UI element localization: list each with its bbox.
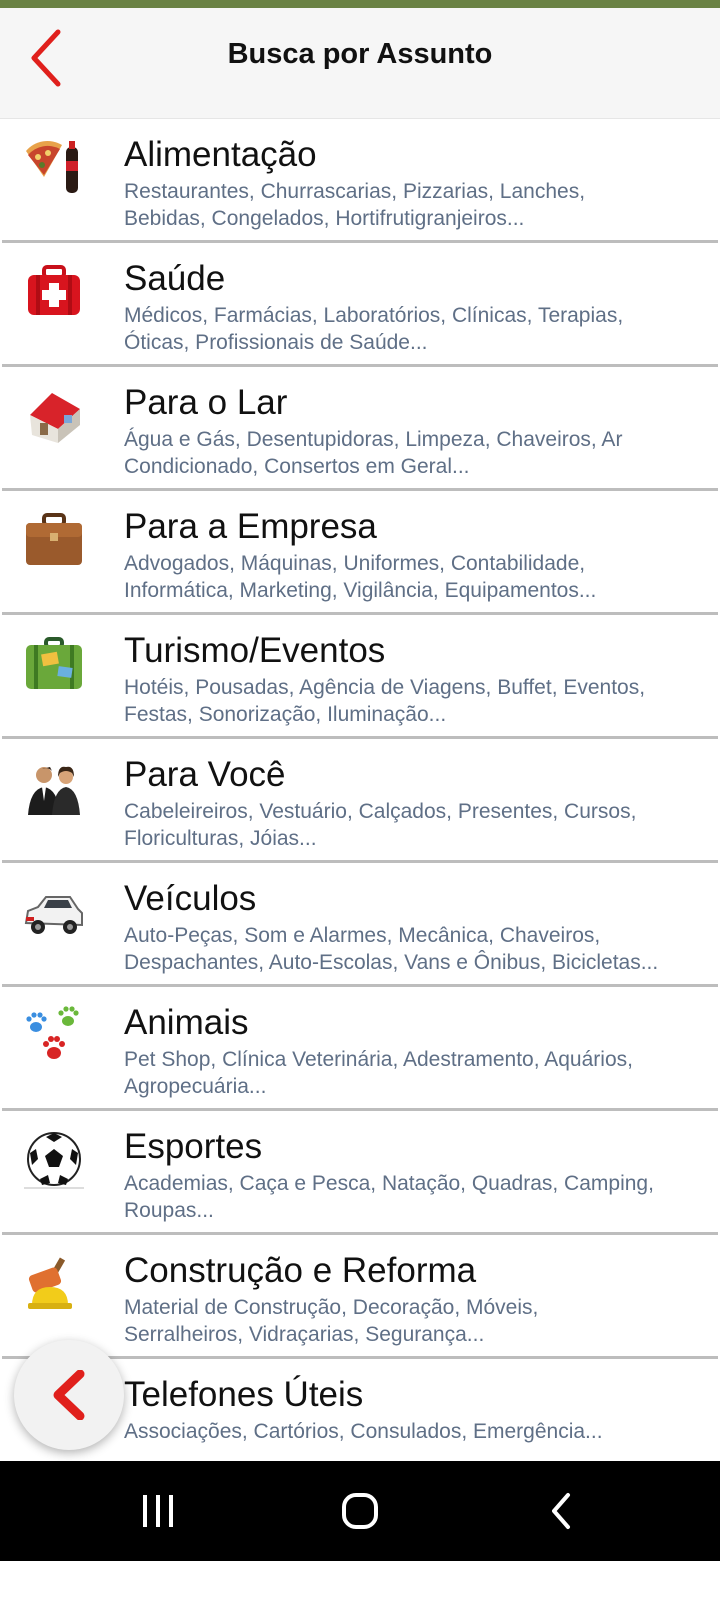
home-button[interactable] — [330, 1487, 390, 1537]
category-item-para-a-empresa[interactable]: Para a Empresa Advogados, Máquinas, Unif… — [2, 491, 718, 615]
app-header: Busca por Assunto — [0, 8, 720, 119]
category-item-turismo-eventos[interactable]: Turismo/Eventos Hotéis, Pousadas, Agênci… — [2, 615, 718, 739]
page-title: Busca por Assunto — [227, 38, 493, 70]
paws-icon — [22, 1005, 86, 1069]
category-item-animais[interactable]: Animais Pet Shop, Clínica Veterinária, A… — [2, 987, 718, 1111]
system-navigation-bar — [0, 1461, 720, 1561]
category-title: Saúde — [124, 259, 226, 298]
briefcase-icon — [22, 509, 86, 573]
category-description: Água e Gás, Desentupidoras, Limpeza, Cha… — [124, 428, 623, 478]
category-description: Advogados, Máquinas, Uniformes, Contabil… — [124, 552, 597, 602]
category-description: Médicos, Farmácias, Laboratórios, Clínic… — [124, 304, 624, 354]
category-title: Para Você — [124, 755, 286, 794]
category-list[interactable]: Alimentação Restaurantes, Churrascarias,… — [0, 119, 720, 1461]
category-item-construcao-reforma[interactable]: Construção e Reforma Material de Constru… — [2, 1235, 718, 1359]
people-icon — [22, 757, 86, 821]
category-description: Cabeleireiros, Vestuário, Calçados, Pres… — [124, 800, 637, 850]
category-title: Alimentação — [124, 135, 317, 174]
house-icon — [22, 385, 86, 449]
category-title: Construção e Reforma — [124, 1251, 477, 1290]
suitcase-icon — [22, 633, 86, 697]
construction-icon — [22, 1253, 86, 1317]
category-title: Para a Empresa — [124, 507, 377, 546]
category-title: Esportes — [124, 1127, 263, 1166]
system-back-button[interactable] — [532, 1487, 592, 1537]
category-title: Turismo/Eventos — [124, 631, 386, 670]
category-description: Academias, Caça e Pesca, Natação, Quadra… — [124, 1172, 654, 1222]
category-title: Telefones Úteis — [124, 1375, 364, 1414]
category-description: Associações, Cartórios, Consulados, Emer… — [124, 1420, 603, 1443]
category-item-saude[interactable]: Saúde Médicos, Farmácias, Laboratórios, … — [2, 243, 718, 367]
soccer-ball-icon — [22, 1129, 86, 1193]
food-icon — [22, 137, 86, 201]
category-description: Hotéis, Pousadas, Agência de Viagens, Bu… — [124, 676, 646, 726]
category-item-para-voce[interactable]: Para Você Cabeleireiros, Vestuário, Calç… — [2, 739, 718, 863]
category-item-veiculos[interactable]: Veículos Auto-Peças, Som e Alarmes, Mecâ… — [2, 863, 718, 987]
category-description: Auto-Peças, Som e Alarmes, Mecânica, Cha… — [124, 924, 659, 974]
home-icon — [342, 1493, 378, 1529]
back-arrow-icon — [552, 1493, 570, 1529]
category-description: Restaurantes, Churrascarias, Pizzarias, … — [124, 180, 586, 230]
category-item-esportes[interactable]: Esportes Academias, Caça e Pesca, Nataçã… — [2, 1111, 718, 1235]
category-description: Material de Construção, Decoração, Móvei… — [124, 1296, 539, 1346]
category-item-para-o-lar[interactable]: Para o Lar Água e Gás, Desentupidoras, L… — [2, 367, 718, 491]
bottom-spacer — [0, 1561, 720, 1600]
recent-apps-icon — [143, 1495, 173, 1527]
category-item-alimentacao[interactable]: Alimentação Restaurantes, Churrascarias,… — [2, 119, 718, 243]
category-title: Animais — [124, 1003, 249, 1042]
top-accent-bar — [0, 0, 720, 8]
recent-apps-button[interactable] — [128, 1487, 188, 1537]
floating-back-button[interactable] — [14, 1340, 124, 1450]
first-aid-kit-icon — [22, 261, 86, 325]
category-title: Para o Lar — [124, 383, 288, 422]
chevron-left-icon — [53, 1370, 85, 1420]
category-description: Pet Shop, Clínica Veterinária, Adestrame… — [124, 1048, 633, 1098]
category-title: Veículos — [124, 879, 257, 918]
car-icon — [22, 881, 86, 945]
